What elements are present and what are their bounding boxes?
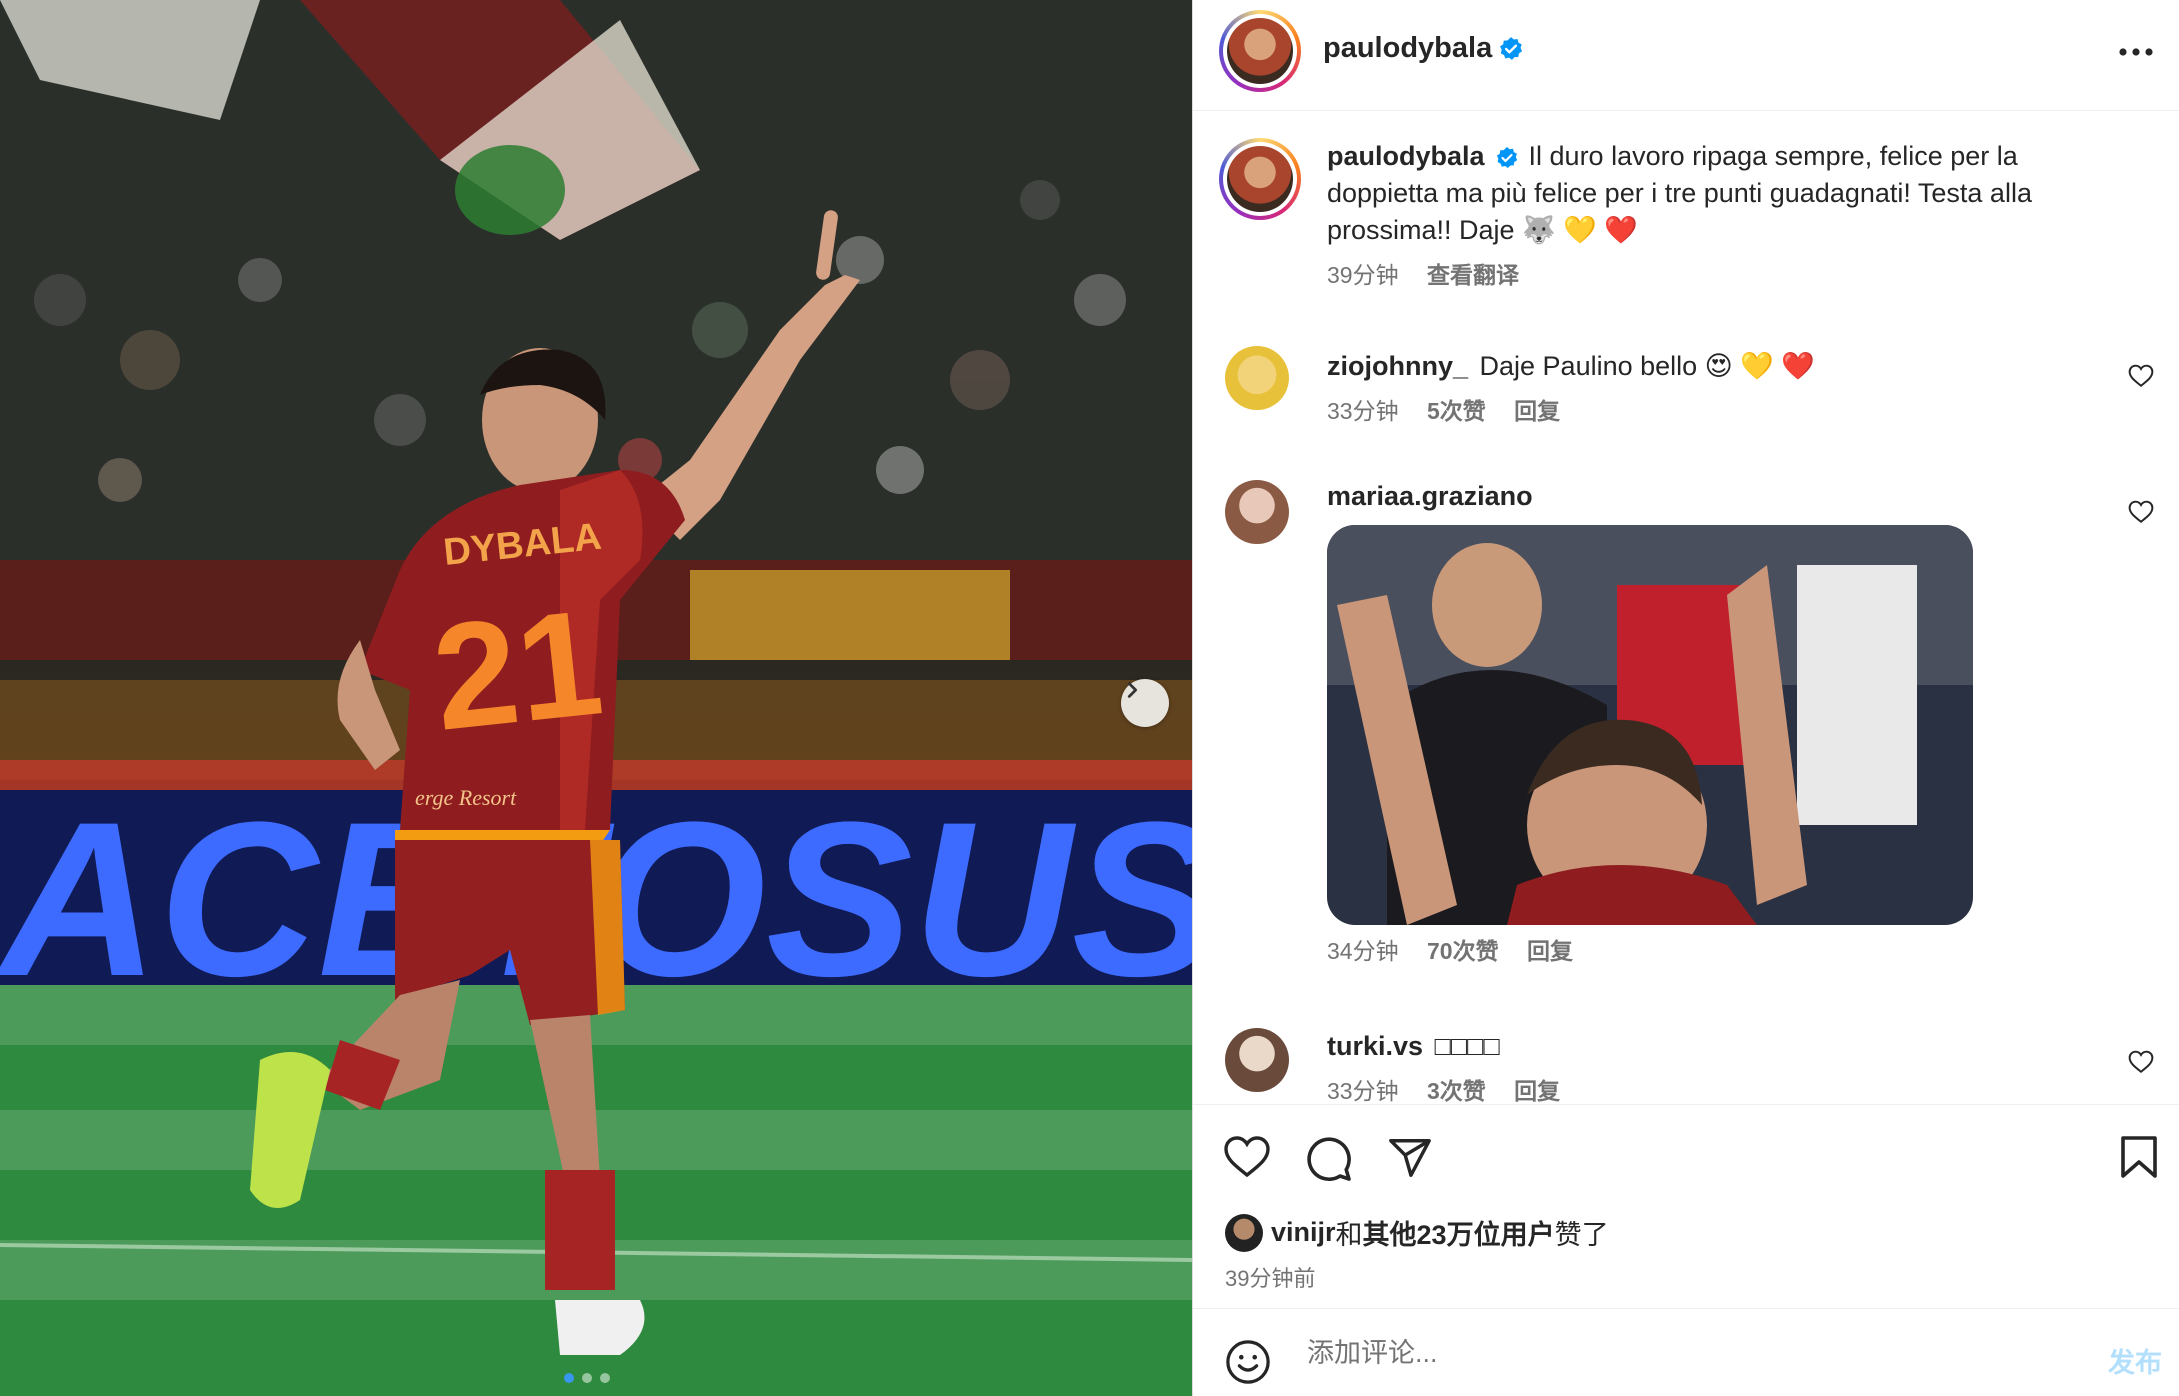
add-comment-bar: 发布 bbox=[1193, 1308, 2179, 1396]
carousel-dots bbox=[564, 1373, 610, 1383]
caption-username[interactable]: paulodybala bbox=[1327, 141, 1485, 171]
author-username[interactable]: paulodybala bbox=[1323, 32, 1492, 65]
comment-text: Daje Paulino bello 😍 💛 ❤️ bbox=[1479, 351, 1816, 381]
comment-likes[interactable]: 3次赞 bbox=[1427, 1078, 1486, 1104]
likes-connector: 和 bbox=[1335, 1220, 1363, 1250]
more-icon bbox=[2119, 48, 2153, 56]
commenter-username[interactable]: turki.vs bbox=[1327, 1031, 1423, 1061]
post-photo[interactable]: ACETOSUS DYBALA 21 erge Resort bbox=[0, 0, 1192, 1396]
comment-likes[interactable]: 5次赞 bbox=[1427, 398, 1486, 424]
carousel-dot[interactable] bbox=[600, 1373, 610, 1383]
comment-like-heart-icon[interactable] bbox=[2128, 1050, 2154, 1074]
post-side-panel: paulodybala paulodybala Il duro lavoro r… bbox=[1192, 0, 2179, 1396]
carousel-dot[interactable] bbox=[564, 1373, 574, 1383]
share-icon[interactable] bbox=[1387, 1135, 1433, 1181]
comment-time[interactable]: 33分钟 bbox=[1327, 1078, 1399, 1104]
verified-icon bbox=[1500, 36, 1523, 60]
likes-summary[interactable]: vinijr 和其他23万位用户 赞了 bbox=[1225, 1213, 1609, 1252]
post-comment-button[interactable]: 发布 bbox=[2108, 1341, 2162, 1380]
comment-like-heart-icon[interactable] bbox=[2128, 364, 2154, 388]
verified-icon bbox=[1496, 146, 1517, 168]
comment-text: □□□□ bbox=[1434, 1031, 1500, 1061]
liker-username[interactable]: vinijr bbox=[1271, 1217, 1336, 1248]
photo-illustration: ACETOSUS DYBALA 21 erge Resort bbox=[0, 0, 1192, 1396]
reply-button[interactable]: 回复 bbox=[1514, 1078, 1560, 1104]
author-avatar[interactable] bbox=[1219, 138, 1301, 220]
post-time[interactable]: 39分钟前 bbox=[1225, 1261, 1315, 1293]
reply-button[interactable]: 回复 bbox=[1527, 938, 1573, 964]
reply-button[interactable]: 回复 bbox=[1514, 398, 1560, 424]
more-options-button[interactable] bbox=[2118, 34, 2154, 57]
comment-icon[interactable] bbox=[1305, 1135, 1353, 1183]
gif-illustration bbox=[1327, 525, 1973, 925]
comment-time[interactable]: 34分钟 bbox=[1327, 938, 1399, 964]
caption-time[interactable]: 39分钟 bbox=[1327, 262, 1399, 288]
commenter-username[interactable]: ziojohnny_ bbox=[1327, 351, 1468, 381]
commenter-avatar[interactable] bbox=[1225, 480, 1289, 544]
jersey-number: 21 bbox=[426, 577, 610, 762]
jersey-sponsor: erge Resort bbox=[415, 785, 517, 810]
comment-time[interactable]: 33分钟 bbox=[1327, 398, 1399, 424]
liker-avatar[interactable] bbox=[1225, 1213, 1263, 1252]
commenter-avatar[interactable] bbox=[1225, 346, 1289, 410]
chevron-right-icon bbox=[1127, 682, 1138, 698]
translate-link[interactable]: 查看翻译 bbox=[1427, 262, 1519, 288]
heart-icon[interactable] bbox=[1223, 1135, 1271, 1179]
bookmark-icon[interactable] bbox=[2119, 1135, 2159, 1179]
commenter-username[interactable]: mariaa.graziano bbox=[1327, 481, 1533, 511]
emoji-icon[interactable] bbox=[1225, 1339, 1271, 1385]
post-header: paulodybala bbox=[1193, 0, 2179, 111]
comment-gif[interactable] bbox=[1327, 525, 1973, 925]
likes-others[interactable]: 其他23万位用户 bbox=[1363, 1213, 1555, 1252]
comment-likes[interactable]: 70次赞 bbox=[1427, 938, 1499, 964]
carousel-next-button[interactable] bbox=[1121, 679, 1169, 727]
comment-like-heart-icon[interactable] bbox=[2128, 500, 2154, 524]
likes-suffix: 赞了 bbox=[1554, 1220, 1609, 1250]
comment-input[interactable] bbox=[1307, 1331, 2007, 1375]
author-avatar[interactable] bbox=[1219, 10, 1301, 92]
comments-list[interactable]: paulodybala Il duro lavoro ripaga sempre… bbox=[1193, 112, 2179, 1104]
commenter-avatar[interactable] bbox=[1225, 1028, 1289, 1092]
post-actions: vinijr 和其他23万位用户 赞了 39分钟前 bbox=[1193, 1104, 2179, 1308]
carousel-dot[interactable] bbox=[582, 1373, 592, 1383]
